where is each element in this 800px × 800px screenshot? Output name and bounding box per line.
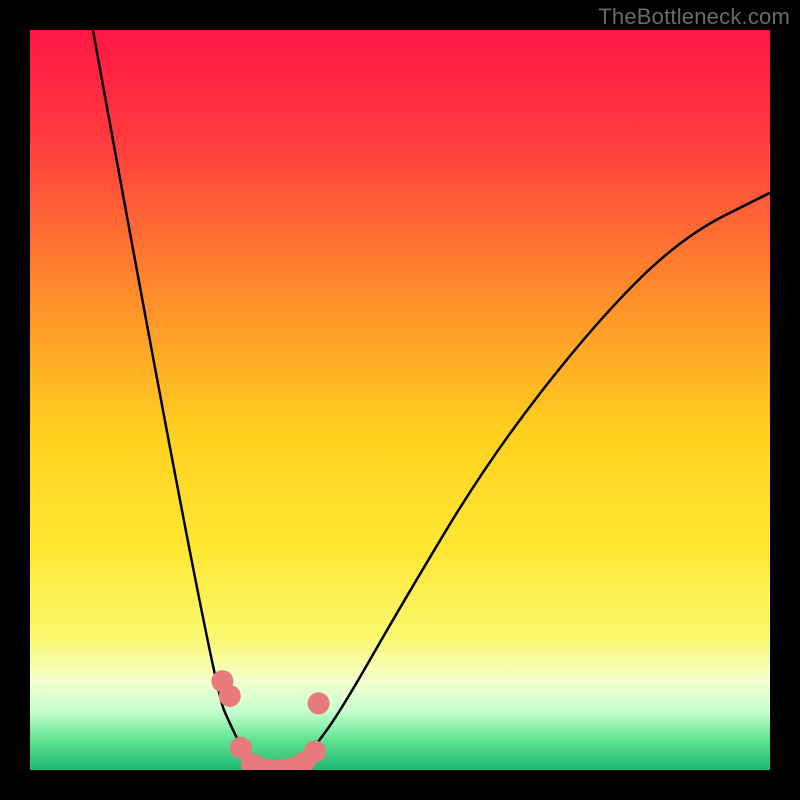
marker-dot: [304, 741, 326, 763]
marker-dot: [308, 692, 330, 714]
chart-frame: TheBottleneck.com: [0, 0, 800, 800]
watermark-text: TheBottleneck.com: [598, 4, 790, 30]
marker-dot: [219, 685, 241, 707]
gradient-background: [30, 30, 770, 770]
chart-svg: [30, 30, 770, 770]
